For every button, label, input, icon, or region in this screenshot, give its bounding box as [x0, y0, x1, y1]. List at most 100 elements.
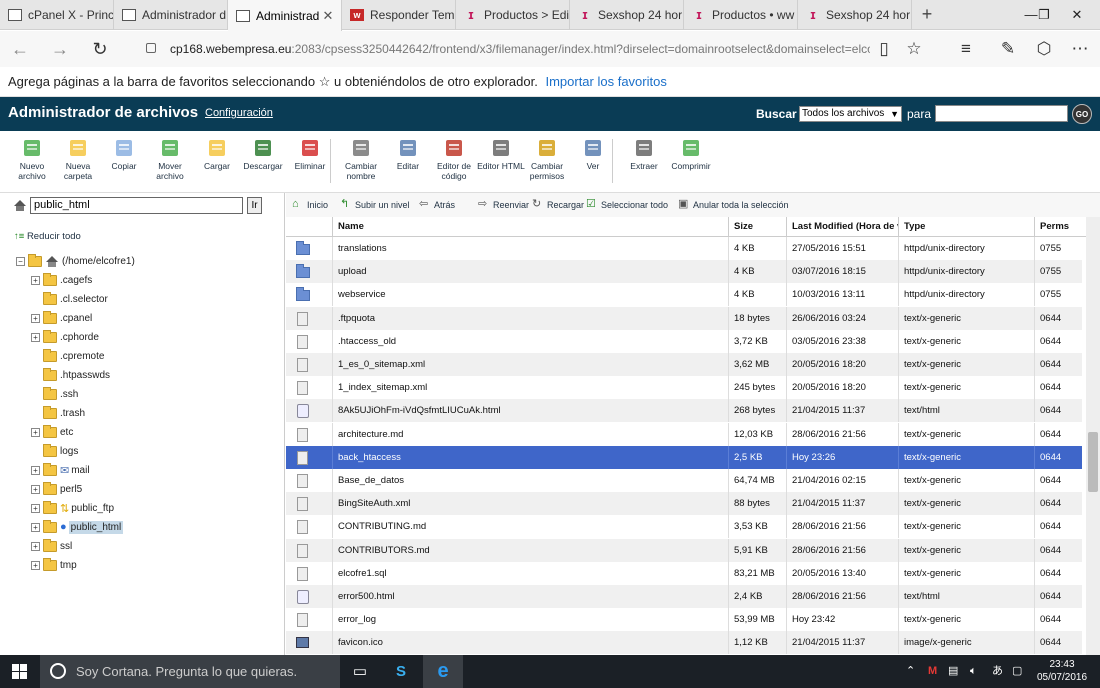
cortana-search-box[interactable]: Soy Cortana. Pregunta lo que quieras.: [40, 655, 340, 688]
skype-icon[interactable]: S: [381, 655, 421, 688]
cell-name[interactable]: 1_es_0_sitemap.xml: [332, 353, 728, 376]
browser-tab[interactable]: Administrador d: [114, 0, 228, 30]
expand-toggle-icon[interactable]: +: [31, 541, 40, 551]
expand-toggle-icon[interactable]: +: [31, 522, 40, 532]
table-row[interactable]: CONTRIBUTORS.md 5,91 KB 28/06/2016 21:56 te…: [286, 538, 1082, 562]
column-modified[interactable]: Last Modified (Hora de v: [786, 217, 898, 237]
cell-name[interactable]: CONTRIBUTORS.md: [332, 538, 728, 562]
list-action-reload[interactable]: ↻ Recargar: [532, 199, 584, 210]
toolbar-button-rename[interactable]: Cambiar nombre: [335, 138, 387, 181]
more-icon[interactable]: ⋯: [1062, 31, 1098, 67]
cell-name[interactable]: webservice: [332, 283, 728, 307]
column-perms[interactable]: Perms: [1034, 217, 1082, 237]
scrollbar-thumb[interactable]: [1088, 432, 1098, 492]
browser-tab[interactable]: w Responder Tem: [342, 0, 456, 30]
tree-item[interactable]: + .cphorde: [31, 328, 99, 346]
tray-chevron-icon[interactable]: ⌃: [906, 655, 915, 688]
search-scope-select[interactable]: Todos los archivos ▼: [799, 106, 902, 122]
refresh-button[interactable]: ↻: [82, 31, 118, 67]
edge-browser-icon[interactable]: e: [423, 655, 463, 688]
toolbar-button-new-file[interactable]: Nuevo archivo: [6, 138, 58, 181]
column-size[interactable]: Size: [728, 217, 786, 237]
table-row[interactable]: Base_de_datos 64,74 MB 21/04/2016 02:15 tex…: [286, 469, 1082, 492]
tree-item[interactable]: + ● public_html: [31, 518, 124, 536]
table-row[interactable]: architecture.md 12,03 KB 28/06/2016 21:56 t…: [286, 422, 1082, 446]
toolbar-button-move[interactable]: Mover archivo: [144, 138, 196, 181]
task-view-icon[interactable]: ▭: [340, 655, 380, 688]
tree-item[interactable]: + etc: [31, 423, 73, 441]
cell-name[interactable]: translations: [332, 237, 728, 260]
cell-name[interactable]: architecture.md: [332, 422, 728, 446]
table-row[interactable]: elcofre1.sql 83,21 MB 20/05/2016 13:40 text…: [286, 561, 1082, 585]
clock[interactable]: 23:43 05/07/2016: [1030, 658, 1094, 684]
toolbar-button-edit[interactable]: Editar: [382, 138, 434, 171]
new-tab-button[interactable]: +: [913, 0, 941, 30]
toolbar-button-extract[interactable]: Extraer: [618, 138, 670, 171]
browser-tab[interactable]: Administrad ✕: [228, 0, 342, 31]
list-action-forward[interactable]: ⇨ Reenviar: [478, 199, 529, 210]
favorite-star-icon[interactable]: ☆: [896, 31, 932, 67]
list-action-back[interactable]: ⇦ Atrás: [419, 199, 455, 210]
language-icon[interactable]: あ: [992, 655, 1003, 688]
path-input[interactable]: public_html: [30, 197, 243, 214]
expand-toggle-icon[interactable]: +: [31, 465, 40, 475]
cell-name[interactable]: elcofre1.sql: [332, 561, 728, 585]
table-row[interactable]: .htaccess_old 3,72 KB 03/05/2016 23:38 text…: [286, 329, 1082, 353]
vertical-scrollbar[interactable]: [1086, 217, 1100, 655]
windows-start-icon[interactable]: [12, 664, 28, 680]
table-row[interactable]: back_htaccess 2,5 KB Hoy 23:26 text/x-gener…: [286, 445, 1082, 469]
cell-name[interactable]: CONTRIBUTING.md: [332, 515, 728, 539]
cell-name[interactable]: BingSiteAuth.xml: [332, 492, 728, 516]
table-row[interactable]: upload 4 KB 03/07/2016 18:15 httpd/unix-dir…: [286, 260, 1082, 284]
notifications-icon[interactable]: ▢: [1012, 655, 1022, 688]
browser-tab[interactable]: cPanel X - Princi: [0, 0, 114, 30]
cell-name[interactable]: .htaccess_old: [332, 329, 728, 353]
table-row[interactable]: error_log 53,99 MB Hoy 23:42 text/x-generic…: [286, 608, 1082, 632]
back-button[interactable]: ←: [2, 31, 38, 67]
tree-item[interactable]: + tmp: [31, 556, 77, 574]
collapse-all-link[interactable]: ↑≡ Reducir todo: [14, 231, 81, 242]
cell-name[interactable]: back_htaccess: [332, 445, 728, 469]
go-path-button[interactable]: Ir: [247, 197, 262, 214]
go-button[interactable]: GO: [1072, 104, 1092, 124]
cell-name[interactable]: error500.html: [332, 585, 728, 608]
table-row[interactable]: BingSiteAuth.xml 88 bytes 21/04/2015 11:37…: [286, 492, 1082, 516]
toolbar-button-copy[interactable]: Copiar: [98, 138, 150, 171]
cell-name[interactable]: 8Ak5UJiOhFm-iVdQsfmtLIUCuAk.html: [332, 399, 728, 423]
table-row[interactable]: 1_index_sitemap.xml 245 bytes 20/05/2016 1…: [286, 376, 1082, 400]
web-note-icon[interactable]: ✎: [990, 31, 1026, 67]
toolbar-button-compress[interactable]: Comprimir: [665, 138, 717, 171]
cell-name[interactable]: 1_index_sitemap.xml: [332, 376, 728, 400]
config-link[interactable]: Configuración: [205, 107, 273, 119]
table-row[interactable]: 1_es_0_sitemap.xml 3,62 MB 20/05/2016 18:2…: [286, 353, 1082, 376]
toolbar-button-new-folder[interactable]: Nueva carpeta: [52, 138, 104, 181]
list-action-up-level[interactable]: ↰ Subir un nivel: [340, 199, 410, 210]
table-row[interactable]: error500.html 2,4 KB 28/06/2016 21:56 text/…: [286, 585, 1082, 608]
tree-item[interactable]: logs: [31, 442, 78, 460]
share-icon[interactable]: ⬡: [1026, 31, 1062, 67]
toolbar-button-upload[interactable]: Cargar: [191, 138, 243, 171]
toolbar-button-download[interactable]: Descargar: [237, 138, 289, 171]
search-input[interactable]: [935, 105, 1068, 122]
table-row[interactable]: favicon.ico 1,12 KB 21/04/2015 11:37 image/…: [286, 631, 1082, 655]
toolbar-button-delete[interactable]: Eliminar: [284, 138, 336, 171]
tree-item[interactable]: + .cpanel: [31, 309, 92, 327]
expand-toggle-icon[interactable]: +: [31, 503, 40, 513]
list-action-home[interactable]: ⌂ Inicio: [292, 199, 328, 210]
close-tab-icon[interactable]: ✕: [321, 8, 335, 24]
table-row[interactable]: 8Ak5UJiOhFm-iVdQsfmtLIUCuAk.html 268 byte…: [286, 399, 1082, 423]
toolbar-button-code-editor[interactable]: Editor de código: [428, 138, 480, 181]
tree-item[interactable]: + ⇅ public_ftp: [31, 499, 114, 517]
hub-icon[interactable]: ≡: [948, 31, 984, 67]
tree-item[interactable]: + perl5: [31, 480, 82, 498]
network-icon[interactable]: ▤: [948, 655, 958, 688]
cell-name[interactable]: Base_de_datos: [332, 469, 728, 492]
cell-name[interactable]: upload: [332, 260, 728, 284]
cell-name[interactable]: favicon.ico: [332, 631, 728, 655]
expand-toggle-icon[interactable]: +: [31, 332, 40, 342]
browser-tab[interactable]: ɪ Productos > Edi: [456, 0, 570, 30]
tree-item[interactable]: .trash: [31, 404, 85, 422]
browser-tab[interactable]: ɪ Sexshop 24 hor: [570, 0, 684, 30]
toolbar-button-html-editor[interactable]: Editor HTML: [475, 138, 527, 171]
table-row[interactable]: translations 4 KB 27/05/2016 15:51 httpd/un…: [286, 237, 1082, 260]
